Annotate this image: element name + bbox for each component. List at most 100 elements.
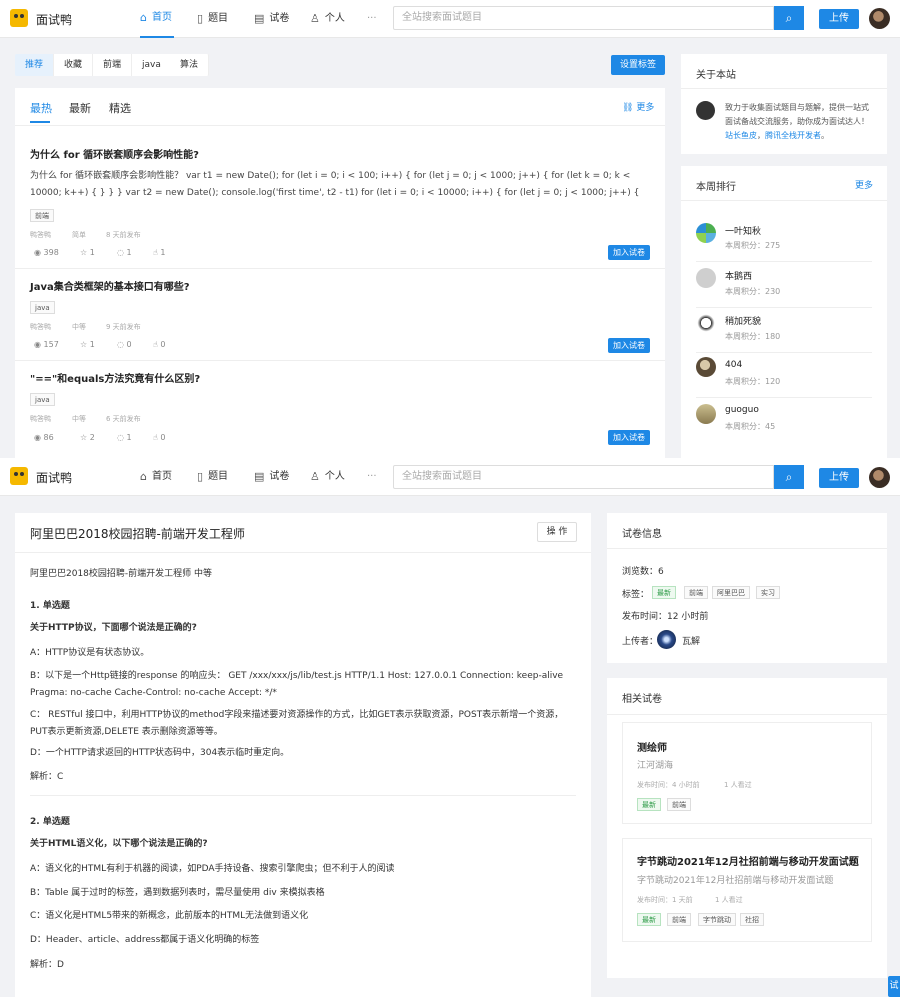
comment-count[interactable]: ◌ 1 — [117, 433, 132, 442]
nav-profile[interactable]: ♙ 个人 — [310, 458, 345, 496]
add-to-paper-button[interactable]: 加入试卷 — [608, 430, 650, 445]
nav-more[interactable]: ··· — [367, 0, 377, 38]
question-heading: 2. 单选题 — [30, 817, 70, 827]
home-screen: 面试鸭 ⌂ 首页 ▯ 题目 ▤ 试卷 ♙ 个人 ··· 全站搜索面试题目 ⌕ 上传 推荐… — [0, 0, 900, 458]
search-button[interactable]: ⌕ — [774, 465, 804, 489]
owner-role-link[interactable]: 腾讯全栈开发者 — [765, 131, 821, 140]
star-count[interactable]: ☆ 2 — [80, 433, 95, 442]
search-icon: ⌕ — [785, 470, 793, 484]
comment-count[interactable]: ◌ 1 — [117, 248, 132, 257]
site-owner-avatar — [696, 101, 715, 120]
uploader-avatar[interactable] — [657, 630, 676, 649]
search-button[interactable]: ⌕ — [774, 6, 804, 30]
user-avatar[interactable] — [869, 8, 890, 29]
related-paper-tag[interactable]: 最新 — [637, 913, 661, 926]
related-paper-name[interactable]: 字节跳动2021年12月社招前端与移动开发面试题 — [637, 853, 867, 868]
upload-button[interactable]: 上传 — [819, 9, 859, 29]
ranking-avatar[interactable] — [696, 268, 716, 288]
add-to-paper-button[interactable]: 加入试卷 — [608, 245, 650, 260]
owner-link[interactable]: 站长鱼皮 — [725, 131, 757, 140]
star-count[interactable]: ☆ 1 — [80, 340, 95, 349]
nav-home[interactable]: ⌂ 首页 — [140, 0, 174, 38]
related-paper-name[interactable]: 测绘师 — [637, 739, 667, 754]
star-count[interactable]: ☆ 1 — [80, 248, 95, 257]
question-author: 鸭答鸭 — [30, 323, 51, 331]
user-avatar[interactable] — [869, 467, 890, 488]
related-paper-tag[interactable]: 字节跳动 — [698, 913, 736, 926]
question-tag[interactable]: java — [30, 393, 55, 406]
uploader-name[interactable]: 瓦解 — [682, 634, 700, 647]
add-to-paper-button[interactable]: 加入试卷 — [608, 338, 650, 353]
subtab-latest[interactable]: 最新 — [69, 100, 91, 116]
paper-tag[interactable]: 实习 — [756, 586, 780, 599]
divider — [15, 125, 665, 126]
brand-name[interactable]: 面试鸭 — [36, 11, 72, 28]
nav-questions[interactable]: ▯ 题目 — [197, 458, 228, 496]
related-paper-tag[interactable]: 前端 — [667, 913, 691, 926]
ranking-score: 本周积分：230 — [725, 287, 781, 296]
ranking-name[interactable]: guoguo — [725, 405, 759, 415]
nav-papers[interactable]: ▤ 试卷 — [254, 458, 289, 496]
search-input[interactable]: 全站搜索面试题目 — [393, 465, 774, 489]
like-count[interactable]: ☝ 1 — [153, 248, 166, 257]
floating-paper-button[interactable]: 试 — [888, 976, 900, 997]
nav-profile[interactable]: ♙ 个人 — [310, 0, 345, 38]
subtab-hot[interactable]: 最热 — [30, 100, 52, 116]
paper-tag[interactable]: 最新 — [652, 586, 676, 599]
ranking-name[interactable]: 一叶知秋 — [725, 224, 761, 237]
search-input[interactable]: 全站搜索面试题目 — [393, 6, 774, 30]
top-bar: 面试鸭 ⌂ 首页 ▯ 题目 ▤ 试卷 ♙ 个人 ··· 全站搜索面试题目 ⌕ 上传 — [0, 0, 900, 38]
eye-icon: ◉ — [34, 248, 41, 257]
question-title[interactable]: Java集合类框架的基本接口有哪些? — [30, 278, 190, 293]
paper-tag[interactable]: 前端 — [684, 586, 708, 599]
comment-count[interactable]: ◌ 0 — [117, 340, 132, 349]
active-tab-indicator — [30, 121, 50, 123]
ranking-name[interactable]: 本鹅西 — [725, 269, 752, 282]
ranking-avatar[interactable] — [696, 313, 716, 333]
subtab-featured[interactable]: 精选 — [109, 100, 131, 116]
tag-tab-java[interactable]: java — [132, 54, 172, 76]
ranking-avatar[interactable] — [696, 357, 716, 377]
related-paper-tag[interactable]: 社招 — [740, 913, 764, 926]
action-button[interactable]: 操 作 — [537, 522, 577, 542]
duck-logo-icon[interactable] — [10, 467, 28, 485]
ranking-score: 本周积分：45 — [725, 422, 776, 431]
ranking-name[interactable]: 404 — [725, 360, 742, 370]
duck-logo-icon[interactable] — [10, 9, 28, 27]
tag-tab-algorithm[interactable]: 算法 — [170, 54, 210, 76]
question-title[interactable]: "=="和equals方法究竟有什么区别? — [30, 370, 200, 385]
nav-questions[interactable]: ▯ 题目 — [197, 0, 228, 38]
question-tag[interactable]: java — [30, 301, 55, 314]
thumb-icon: ☝ — [153, 433, 158, 442]
question-title[interactable]: 为什么 for 循环嵌套顺序会影响性能? — [30, 146, 199, 161]
brand-name[interactable]: 面试鸭 — [36, 469, 72, 486]
paper-tag[interactable]: 阿里巴巴 — [712, 586, 750, 599]
upload-button[interactable]: 上传 — [819, 468, 859, 488]
view-count: ◉ 157 — [34, 340, 59, 349]
more-link[interactable]: ⛓ 更多 — [622, 100, 654, 113]
ranking-avatar[interactable] — [696, 223, 716, 243]
ranking-more-link[interactable]: 更多 — [855, 178, 873, 191]
set-tags-button[interactable]: 设置标签 — [611, 55, 665, 75]
ranking-score: 本周积分：120 — [725, 377, 781, 386]
like-count[interactable]: ☝ 0 — [153, 340, 166, 349]
nav-papers[interactable]: ▤ 试卷 — [254, 0, 289, 38]
ranking-avatar[interactable] — [696, 404, 716, 424]
tag-tab-favorites[interactable]: 收藏 — [54, 54, 94, 76]
related-paper-tag[interactable]: 前端 — [667, 798, 691, 811]
like-count[interactable]: ☝ 0 — [153, 433, 166, 442]
ranking-name[interactable]: 稍加死貌 — [725, 314, 761, 327]
paper-icon: ▤ — [254, 12, 265, 25]
uploader-label: 上传者： — [622, 637, 659, 647]
tag-tab-frontend[interactable]: 前端 — [93, 54, 133, 76]
related-paper-tag[interactable]: 最新 — [637, 798, 661, 811]
paper-subtitle: 阿里巴巴2018校园招聘-前端开发工程师 中等 — [30, 569, 213, 579]
question-tag[interactable]: 前端 — [30, 209, 54, 222]
file-icon: ▯ — [197, 470, 204, 483]
nav-more[interactable]: ··· — [367, 458, 377, 496]
paper-title: 阿里巴巴2018校园招聘-前端开发工程师 — [30, 527, 245, 541]
nav-home[interactable]: ⌂ 首页 — [140, 458, 172, 496]
divider — [607, 548, 887, 549]
link-icon: ⛓ — [622, 103, 634, 113]
tag-tab-recommend[interactable]: 推荐 — [15, 54, 55, 76]
